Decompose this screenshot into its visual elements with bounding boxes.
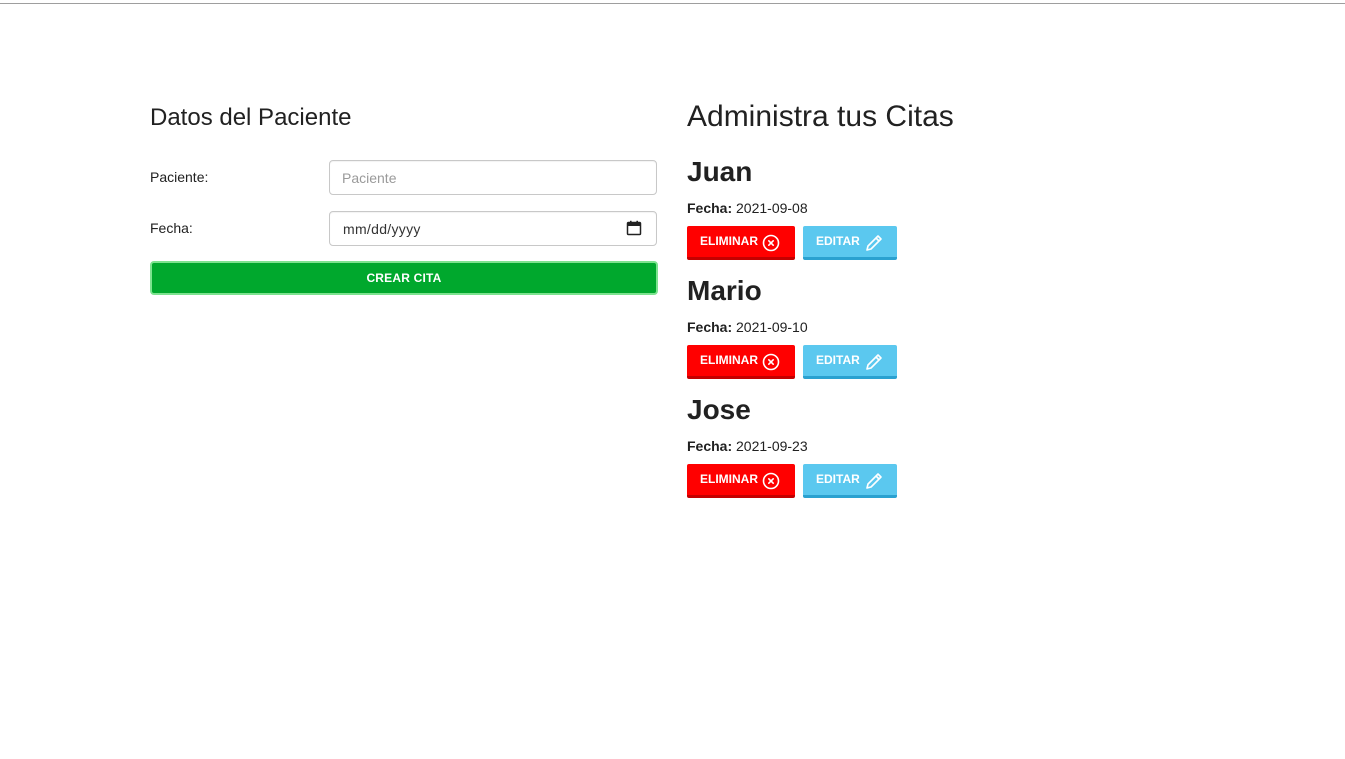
fecha-row: Fecha: mm/dd/yyyy (150, 211, 658, 246)
fecha-input[interactable]: mm/dd/yyyy (329, 211, 657, 246)
paciente-input[interactable]: Paciente (329, 160, 657, 195)
cita-fecha: Fecha: 2021-09-23 (687, 438, 808, 454)
eliminar-label: ELIMINAR (700, 472, 758, 486)
cita-item: Juan Fecha: 2021-09-08 ELIMINAR EDITAR (687, 156, 1087, 275)
cita-fecha-value: 2021-09-10 (736, 319, 808, 335)
paciente-placeholder: Paciente (342, 170, 397, 186)
x-circle-icon (762, 353, 780, 371)
eliminar-button[interactable]: ELIMINAR (687, 464, 795, 498)
cita-fecha-label: Fecha: (687, 200, 733, 216)
form-title: Datos del Paciente (150, 104, 352, 131)
patient-form: Datos del Paciente Paciente: Paciente Fe… (150, 103, 658, 295)
fecha-input-value: mm/dd/yyyy (343, 221, 421, 237)
x-circle-icon (762, 234, 780, 252)
crear-cita-button[interactable]: CREAR CITA (150, 261, 658, 295)
cita-item: Jose Fecha: 2021-09-23 ELIMINAR EDITAR (687, 394, 1087, 513)
cita-fecha-value: 2021-09-23 (736, 438, 808, 454)
cita-fecha-label: Fecha: (687, 438, 733, 454)
citas-title: Administra tus Citas (687, 100, 954, 133)
eliminar-button[interactable]: ELIMINAR (687, 226, 795, 260)
editar-label: EDITAR (816, 353, 860, 367)
editar-button[interactable]: EDITAR (803, 226, 897, 260)
cita-nombre: Mario (687, 275, 762, 306)
paciente-label: Paciente: (150, 169, 209, 185)
citas-panel: Administra tus Citas Juan Fecha: 2021-09… (687, 100, 1207, 498)
eliminar-button[interactable]: ELIMINAR (687, 345, 795, 379)
editar-button[interactable]: EDITAR (803, 464, 897, 498)
cita-fecha: Fecha: 2021-09-10 (687, 319, 808, 335)
cita-fecha-label: Fecha: (687, 319, 733, 335)
editar-button[interactable]: EDITAR (803, 345, 897, 379)
paciente-row: Paciente: Paciente (150, 160, 658, 195)
cita-nombre: Jose (687, 394, 751, 425)
cita-item: Mario Fecha: 2021-09-10 ELIMINAR EDITAR (687, 275, 1087, 394)
calendar-icon[interactable] (626, 220, 642, 236)
cita-fecha: Fecha: 2021-09-08 (687, 200, 808, 216)
pencil-icon (866, 354, 882, 370)
eliminar-label: ELIMINAR (700, 353, 758, 367)
cita-nombre: Juan (687, 156, 753, 187)
cita-fecha-value: 2021-09-08 (736, 200, 808, 216)
pencil-icon (866, 473, 882, 489)
x-circle-icon (762, 472, 780, 490)
top-divider (0, 0, 1345, 4)
editar-label: EDITAR (816, 234, 860, 248)
fecha-label: Fecha: (150, 220, 193, 236)
eliminar-label: ELIMINAR (700, 234, 758, 248)
editar-label: EDITAR (816, 472, 860, 486)
pencil-icon (866, 235, 882, 251)
